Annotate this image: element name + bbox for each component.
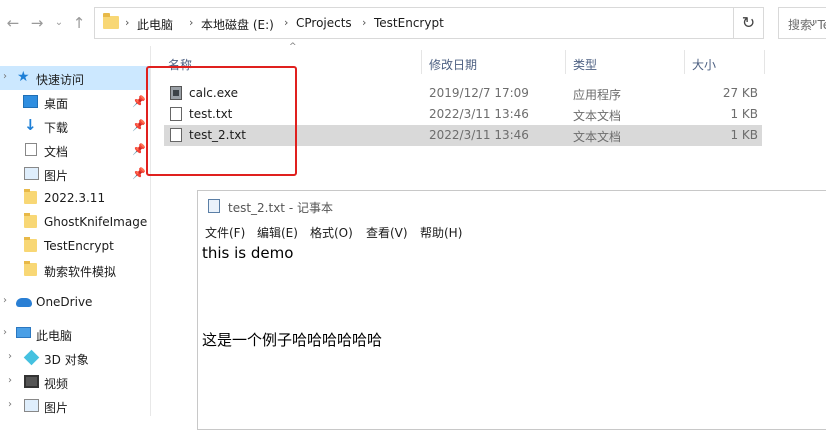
pin-icon: 📌 xyxy=(132,119,146,132)
pictures-icon xyxy=(24,399,39,412)
sidebar-item-testencrypt[interactable]: TestEncrypt xyxy=(0,234,150,258)
forward-arrow-icon[interactable]: → xyxy=(28,13,46,33)
breadcrumb-separator-icon[interactable]: › xyxy=(125,16,129,29)
window-title: test_2.txt - 记事本 xyxy=(228,201,333,215)
file-type: 应用程序 xyxy=(573,88,622,102)
sidebar-item-desktop[interactable]: 桌面 📌 xyxy=(0,90,150,114)
file-type: 文本文档 xyxy=(573,109,622,123)
sidebar-item-this-pc[interactable]: › 此电脑 xyxy=(0,322,150,346)
pictures-icon xyxy=(24,167,39,180)
address-bar[interactable]: › 此电脑 › 本地磁盘 (E:) › CProjects › TestEncr… xyxy=(94,7,817,39)
sidebar-item-ghostknifeimage[interactable]: GhostKnifeImage xyxy=(0,210,150,234)
navigation-pane: › ★ 快速访问 桌面 📌 ↓ 下载 📌 文档 📌 图片 📌 2022.3.11… xyxy=(0,46,150,416)
file-date: 2022/3/11 13:46 xyxy=(429,107,529,121)
notepad-menu-bar: 文件(F) 编辑(E) 格式(O) 查看(V) 帮助(H) xyxy=(198,221,826,241)
sidebar-item-label: 视频 xyxy=(44,377,69,391)
computer-icon xyxy=(16,327,31,338)
sidebar-item-ransomware-simulation[interactable]: 勒索软件模拟 xyxy=(0,258,150,282)
column-separator[interactable] xyxy=(764,50,765,74)
folder-icon xyxy=(24,213,37,228)
sidebar-item-3d-objects[interactable]: › 3D 对象 xyxy=(0,346,150,370)
sidebar-item-label: 图片 xyxy=(44,401,69,415)
column-header-size[interactable]: 大小 xyxy=(692,56,716,73)
file-size: 1 KB xyxy=(730,128,758,142)
pin-icon: 📌 xyxy=(132,143,146,156)
sidebar-item-label: GhostKnifeImage xyxy=(44,215,148,229)
file-size: 27 KB xyxy=(722,86,758,100)
sidebar-item-2022-3-11[interactable]: 2022.3.11 xyxy=(0,186,150,210)
menu-view[interactable]: 查看(V) xyxy=(366,224,408,241)
column-separator[interactable] xyxy=(684,50,685,74)
menu-format[interactable]: 格式(O) xyxy=(310,224,353,241)
menu-help[interactable]: 帮助(H) xyxy=(420,224,462,241)
file-date: 2019/12/7 17:09 xyxy=(429,86,529,100)
notepad-window: test_2.txt - 记事本 文件(F) 编辑(E) 格式(O) 查看(V)… xyxy=(197,190,826,430)
menu-file[interactable]: 文件(F) xyxy=(205,224,245,241)
sidebar-item-label: 下载 xyxy=(44,121,69,135)
expand-arrow-icon[interactable]: › xyxy=(8,399,12,410)
sidebar-item-label: 2022.3.11 xyxy=(44,191,106,205)
3d-objects-icon xyxy=(23,349,40,366)
address-toolbar: ← → ⌄ ↑ › 此电脑 › 本地磁盘 (E:) › CProjects › … xyxy=(0,0,826,46)
pin-icon: 📌 xyxy=(132,167,146,180)
column-header-date[interactable]: 修改日期 xyxy=(429,56,477,73)
document-icon xyxy=(25,143,37,156)
sidebar-item-label: OneDrive xyxy=(36,295,93,309)
column-header-type[interactable]: 类型 xyxy=(573,56,597,73)
desktop-icon xyxy=(23,95,38,108)
sidebar-item-pictures[interactable]: 图片 📌 xyxy=(0,162,150,186)
folder-icon xyxy=(24,261,37,276)
breadcrumb-separator-icon[interactable]: › xyxy=(189,16,193,29)
sidebar-item-label: 3D 对象 xyxy=(44,353,89,367)
sidebar-item-label: 图片 xyxy=(44,169,69,183)
sidebar-item-label: TestEncrypt xyxy=(44,239,114,253)
breadcrumb-this-pc[interactable]: 此电脑 xyxy=(137,16,173,33)
expand-arrow-icon[interactable]: › xyxy=(3,327,7,338)
expand-arrow-icon[interactable]: › xyxy=(3,295,7,306)
back-arrow-icon[interactable]: ← xyxy=(4,13,22,33)
breadcrumb-separator-icon[interactable]: › xyxy=(362,16,366,29)
notepad-text-line[interactable]: this is demo xyxy=(202,244,293,262)
notepad-title-bar[interactable]: test_2.txt - 记事本 xyxy=(198,191,826,221)
sidebar-item-videos[interactable]: › 视频 xyxy=(0,370,150,394)
sidebar-item-label: 勒索软件模拟 xyxy=(44,265,117,279)
sidebar-item-documents[interactable]: 文档 📌 xyxy=(0,138,150,162)
file-type: 文本文档 xyxy=(573,130,622,144)
sidebar-item-onedrive[interactable]: › OneDrive xyxy=(0,290,150,314)
notepad-icon xyxy=(208,199,220,213)
breadcrumb-local-disk[interactable]: 本地磁盘 (E:) xyxy=(201,16,274,33)
column-header-row: 名称 修改日期 类型 大小 xyxy=(0,46,826,76)
file-size: 1 KB xyxy=(730,107,758,121)
refresh-icon[interactable]: ↻ xyxy=(734,7,764,39)
cloud-icon xyxy=(16,298,32,307)
sidebar-item-label: 文档 xyxy=(44,145,69,159)
folder-icon xyxy=(103,13,119,29)
sidebar-item-label: 此电脑 xyxy=(36,329,73,343)
column-separator[interactable] xyxy=(565,50,566,74)
breadcrumb-testencrypt[interactable]: TestEncrypt xyxy=(374,16,444,30)
breadcrumb-cprojects[interactable]: CProjects xyxy=(296,16,352,30)
expand-arrow-icon[interactable]: › xyxy=(8,375,12,386)
breadcrumb-separator-icon[interactable]: › xyxy=(284,16,288,29)
download-icon: ↓ xyxy=(24,116,37,134)
recent-locations-icon[interactable]: ⌄ xyxy=(50,13,68,33)
up-arrow-icon[interactable]: ↑ xyxy=(70,13,88,33)
folder-icon xyxy=(24,189,37,204)
sidebar-item-pictures-pc[interactable]: › 图片 xyxy=(0,394,150,418)
file-date: 2022/3/11 13:46 xyxy=(429,128,529,142)
column-separator[interactable] xyxy=(421,50,422,74)
highlight-annotation-box xyxy=(146,66,297,176)
expand-arrow-icon[interactable]: › xyxy=(8,351,12,362)
video-icon xyxy=(24,375,39,388)
notepad-text-line[interactable]: 这是一个例子哈哈哈哈哈哈 xyxy=(202,329,382,350)
pin-icon: 📌 xyxy=(132,95,146,108)
sort-caret-icon: ^ xyxy=(289,42,297,52)
menu-edit[interactable]: 编辑(E) xyxy=(257,224,298,241)
folder-icon xyxy=(24,237,37,252)
search-input[interactable]: 搜索"Te xyxy=(778,7,826,39)
sidebar-item-label: 桌面 xyxy=(44,97,69,111)
sidebar-item-downloads[interactable]: ↓ 下载 📌 xyxy=(0,114,150,138)
